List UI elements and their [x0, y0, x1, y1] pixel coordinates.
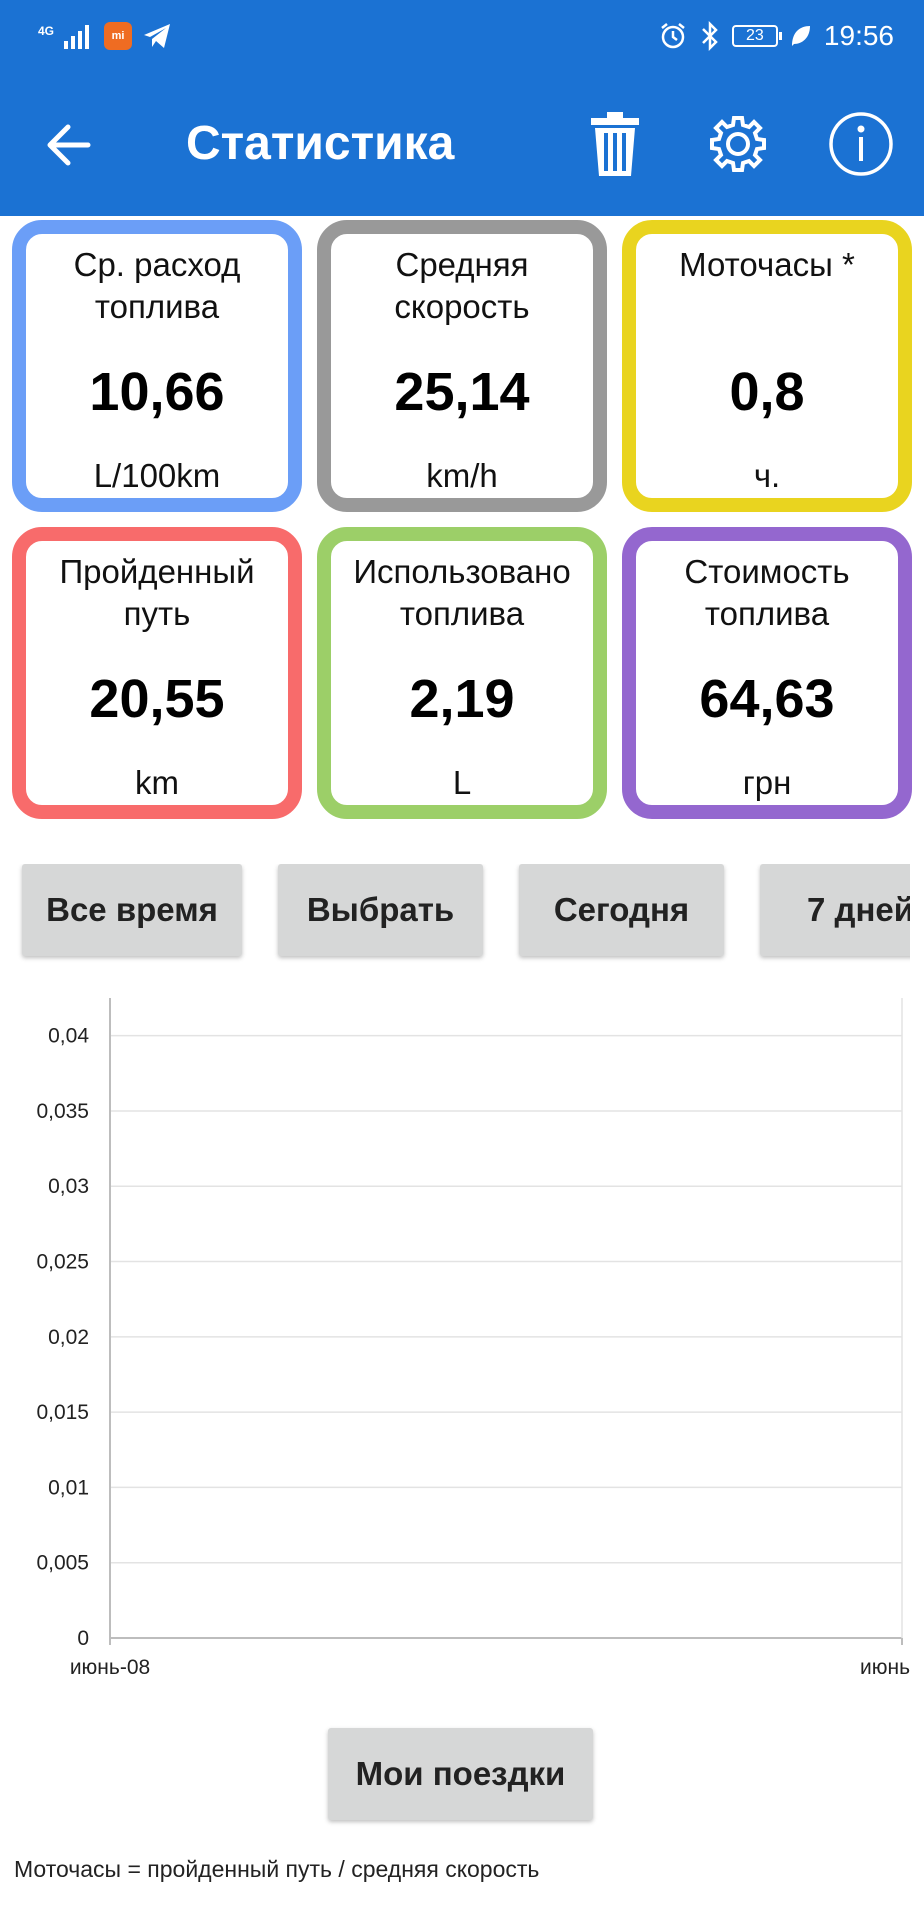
card-value: 20,55 — [89, 669, 225, 729]
card-distance[interactable]: Пройденный путь 20,55 km — [12, 527, 302, 819]
y-tick-label: 0,005 — [36, 1552, 89, 1575]
my-trips-button[interactable]: Мои поездки — [328, 1728, 593, 1820]
card-label: Стоимость топлива — [684, 553, 850, 632]
card-fuel-used[interactable]: Использовано топлива 2,19 L — [317, 527, 607, 819]
y-tick-label: 0,035 — [36, 1100, 89, 1123]
page-title: Статистика — [186, 117, 455, 170]
filter-today-button[interactable]: Сегодня — [519, 864, 724, 956]
leaf-icon — [791, 26, 810, 46]
card-unit: грн — [742, 764, 792, 801]
card-unit: km/h — [426, 457, 498, 494]
battery-level: 23 — [746, 27, 764, 44]
x-tick-label: июнь — [860, 1656, 910, 1679]
status-bar: 4G mi 23 19:56 — [0, 0, 924, 72]
info-icon — [829, 112, 893, 176]
footnote: Моточасы = пройденный путь / средняя ско… — [14, 1856, 540, 1882]
network-type: 4G — [38, 24, 55, 38]
card-value: 0,8 — [729, 362, 805, 422]
card-unit: ч. — [753, 457, 781, 494]
y-tick-label: 0 — [77, 1627, 89, 1650]
x-tick-label: июнь-08 — [70, 1656, 150, 1679]
y-tick-label: 0,02 — [48, 1326, 89, 1349]
trash-icon — [591, 112, 639, 176]
filter-select-button[interactable]: Выбрать — [278, 864, 483, 956]
card-label: Использовано топлива — [353, 553, 571, 632]
card-value: 64,63 — [699, 669, 835, 729]
status-bar-right: 23 19:56 — [658, 18, 894, 54]
filter-all-time-button[interactable]: Все время — [22, 864, 242, 956]
card-value: 2,19 — [409, 669, 515, 729]
app-bar: Статистика — [0, 72, 924, 216]
filter-7-days-button[interactable]: 7 дней — [760, 864, 910, 956]
card-value: 25,14 — [394, 362, 530, 422]
y-tick-label: 0,04 — [48, 1025, 89, 1048]
card-unit: L — [452, 764, 472, 801]
card-label: Ср. расход топлива — [73, 246, 241, 325]
card-unit: L/100km — [93, 457, 221, 494]
card-engine-hours[interactable]: Моточасы * 0,8 ч. — [622, 220, 912, 512]
back-button[interactable] — [42, 117, 98, 173]
settings-button[interactable] — [702, 108, 774, 180]
card-avg-speed[interactable]: Средняя скорость 25,14 km/h — [317, 220, 607, 512]
chart-plot: 0 0,005 0,01 0,015 0,02 0,025 0,03 0,035 0,04 июн… — [36, 998, 910, 1679]
card-fuel-cost[interactable]: Стоимость топлива 64,63 грн — [622, 527, 912, 819]
clock: 19:56 — [823, 20, 894, 51]
period-filter-bar: Все время Выбрать Сегодня 7 дней — [0, 864, 910, 964]
y-tick-label: 0,015 — [36, 1401, 89, 1424]
battery-icon: 23 — [731, 25, 782, 47]
info-button[interactable] — [825, 108, 897, 180]
status-bar-left: 4G mi — [38, 18, 172, 54]
card-unit: km — [135, 764, 179, 801]
card-label: Моточасы * — [679, 246, 855, 283]
y-tick-label: 0,025 — [36, 1251, 89, 1274]
bluetooth-icon — [702, 21, 718, 51]
telegram-icon — [144, 24, 171, 48]
mi-app-icon: mi — [104, 22, 133, 50]
card-label: Средняя скорость — [394, 246, 530, 325]
delete-button[interactable] — [579, 108, 651, 180]
card-label: Пройденный путь — [59, 553, 255, 632]
back-arrow-icon — [47, 124, 91, 166]
card-avg-fuel-consumption[interactable]: Ср. расход топлива 10,66 L/100km — [12, 220, 302, 512]
y-tick-label: 0,01 — [48, 1476, 89, 1499]
alarm-icon — [661, 23, 685, 49]
signal-icon — [64, 25, 90, 49]
card-value: 10,66 — [89, 362, 225, 422]
statistics-chart: 0 0,005 0,01 0,015 0,02 0,025 0,03 0,035 0,04 июн… — [0, 990, 924, 1690]
y-tick-label: 0,03 — [48, 1175, 89, 1198]
gear-icon — [710, 116, 766, 172]
